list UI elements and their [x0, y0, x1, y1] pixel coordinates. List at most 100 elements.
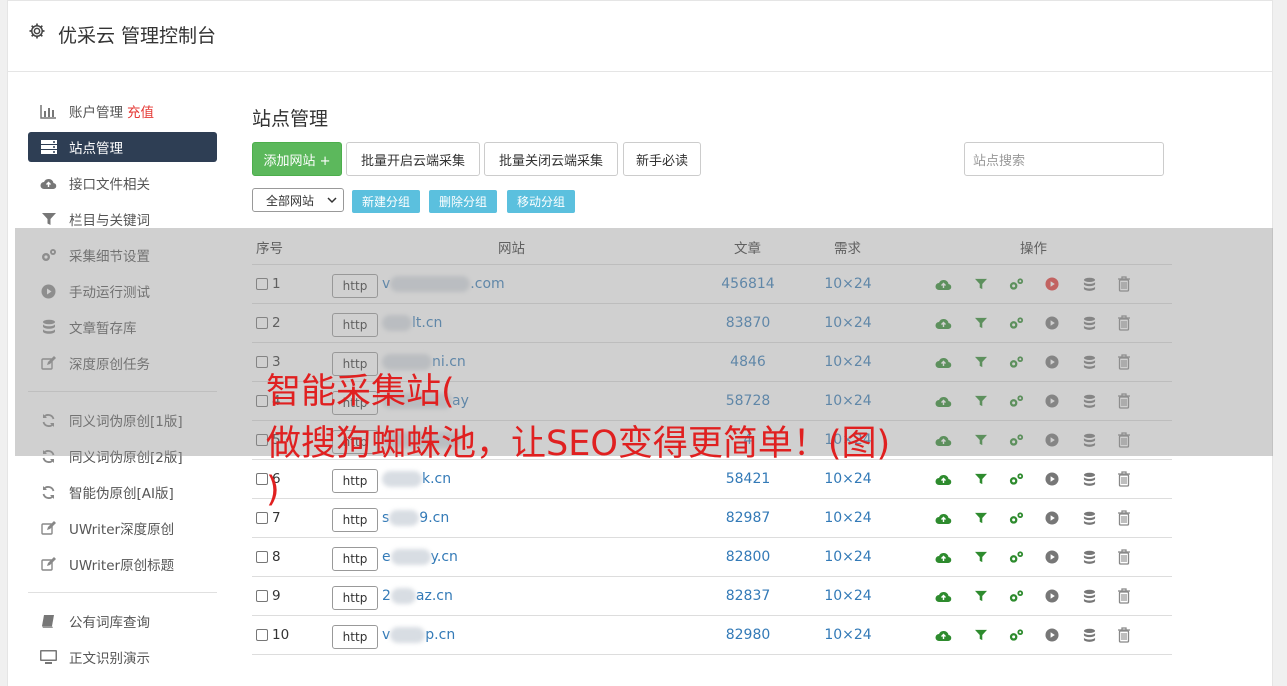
- sidebar-item-12[interactable]: UWriter深度原创: [28, 513, 217, 543]
- http-badge[interactable]: http: [332, 469, 378, 493]
- filter-icon[interactable]: [972, 626, 990, 644]
- cloud-upload-icon[interactable]: [934, 470, 952, 488]
- sidebar-item-8[interactable]: 深度原创任务: [28, 348, 217, 378]
- http-badge[interactable]: http: [332, 625, 378, 649]
- group-select[interactable]: 全部网站: [252, 188, 344, 212]
- play-circle-icon[interactable]: [1043, 548, 1061, 566]
- site-domain[interactable]: ay: [382, 393, 469, 409]
- gears-icon[interactable]: [1007, 353, 1025, 371]
- row-checkbox[interactable]: [256, 434, 268, 446]
- trash-icon[interactable]: [1115, 548, 1133, 566]
- sidebar-item-10[interactable]: 同义词伪原创[2版]: [28, 441, 217, 471]
- sidebar-item-7[interactable]: 文章暂存库: [28, 312, 217, 342]
- trash-icon[interactable]: [1115, 431, 1133, 449]
- trash-icon[interactable]: [1115, 275, 1133, 293]
- play-circle-icon[interactable]: [1043, 275, 1061, 293]
- http-badge[interactable]: http: [332, 586, 378, 610]
- http-badge[interactable]: http: [332, 391, 378, 415]
- database-icon[interactable]: [1080, 509, 1098, 527]
- row-checkbox[interactable]: [256, 512, 268, 524]
- gears-icon[interactable]: [1007, 275, 1025, 293]
- demand-value[interactable]: 10×24: [812, 315, 884, 331]
- row-checkbox[interactable]: [256, 629, 268, 641]
- gears-icon[interactable]: [1007, 431, 1025, 449]
- site-domain[interactable]: 2 az.cn: [382, 588, 453, 604]
- filter-icon[interactable]: [972, 392, 990, 410]
- move-group-button[interactable]: 移动分组: [507, 190, 575, 213]
- recharge-link[interactable]: 充值: [127, 101, 154, 121]
- cloud-upload-icon[interactable]: [934, 431, 952, 449]
- database-icon[interactable]: [1080, 431, 1098, 449]
- article-count[interactable]: 82837: [708, 588, 788, 604]
- gears-icon[interactable]: [1007, 626, 1025, 644]
- demand-value[interactable]: 10×24: [812, 276, 884, 292]
- trash-icon[interactable]: [1115, 470, 1133, 488]
- batch-disable-cloud-button[interactable]: 批量关闭云端采集: [484, 142, 618, 176]
- sidebar-item-5[interactable]: 采集细节设置: [28, 240, 217, 270]
- play-circle-icon[interactable]: [1043, 626, 1061, 644]
- cloud-upload-icon[interactable]: [934, 509, 952, 527]
- demand-value[interactable]: 10×24: [812, 549, 884, 565]
- cloud-upload-icon[interactable]: [934, 587, 952, 605]
- http-badge[interactable]: http: [332, 547, 378, 571]
- http-badge[interactable]: http: [332, 508, 378, 532]
- row-checkbox[interactable]: [256, 473, 268, 485]
- sidebar-item-2[interactable]: 站点管理: [28, 132, 217, 162]
- play-circle-icon[interactable]: [1043, 392, 1061, 410]
- article-count[interactable]: 4846: [708, 354, 788, 370]
- delete-group-button[interactable]: 删除分组: [429, 190, 497, 213]
- site-domain[interactable]: v .com: [382, 276, 505, 292]
- demand-value[interactable]: 10×24: [812, 510, 884, 526]
- trash-icon[interactable]: [1115, 353, 1133, 371]
- filter-icon[interactable]: [972, 353, 990, 371]
- sidebar-item-9[interactable]: 同义词伪原创[1版]: [28, 405, 217, 435]
- demand-value[interactable]: 10×24: [812, 627, 884, 643]
- filter-icon[interactable]: [972, 509, 990, 527]
- sidebar-item-13[interactable]: UWriter原创标题: [28, 549, 217, 579]
- play-circle-icon[interactable]: [1043, 587, 1061, 605]
- play-circle-icon[interactable]: [1043, 431, 1061, 449]
- site-domain[interactable]: ni.cn: [382, 354, 466, 370]
- database-icon[interactable]: [1080, 314, 1098, 332]
- row-checkbox[interactable]: [256, 551, 268, 563]
- demand-value[interactable]: 10×24: [812, 354, 884, 370]
- trash-icon[interactable]: [1115, 314, 1133, 332]
- database-icon[interactable]: [1080, 470, 1098, 488]
- gears-icon[interactable]: [1007, 509, 1025, 527]
- filter-icon[interactable]: [972, 275, 990, 293]
- gears-icon[interactable]: [1007, 392, 1025, 410]
- cloud-upload-icon[interactable]: [934, 626, 952, 644]
- cloud-upload-icon[interactable]: [934, 275, 952, 293]
- sidebar-item-11[interactable]: 智能伪原创[AI版]: [28, 477, 217, 507]
- filter-icon[interactable]: [972, 548, 990, 566]
- database-icon[interactable]: [1080, 548, 1098, 566]
- article-count[interactable]: 83870: [708, 315, 788, 331]
- database-icon[interactable]: [1080, 353, 1098, 371]
- article-count[interactable]: 58728: [708, 393, 788, 409]
- trash-icon[interactable]: [1115, 626, 1133, 644]
- sidebar-item-14[interactable]: 公有词库查询: [28, 606, 217, 636]
- gears-icon[interactable]: [1007, 587, 1025, 605]
- database-icon[interactable]: [1080, 392, 1098, 410]
- filter-icon[interactable]: [972, 314, 990, 332]
- article-count[interactable]: 58421: [708, 471, 788, 487]
- play-circle-icon[interactable]: [1043, 509, 1061, 527]
- sidebar-item-3[interactable]: 接口文件相关: [28, 168, 217, 198]
- filter-icon[interactable]: [972, 470, 990, 488]
- article-count[interactable]: 4: [708, 432, 788, 448]
- row-checkbox[interactable]: [256, 278, 268, 290]
- trash-icon[interactable]: [1115, 392, 1133, 410]
- demand-value[interactable]: 10×24: [812, 432, 884, 448]
- site-domain[interactable]: k.cn: [382, 471, 451, 487]
- play-circle-icon[interactable]: [1043, 353, 1061, 371]
- batch-enable-cloud-button[interactable]: 批量开启云端采集: [346, 142, 480, 176]
- site-domain[interactable]: v p.cn: [382, 627, 455, 643]
- gears-icon[interactable]: [1007, 548, 1025, 566]
- filter-icon[interactable]: [972, 587, 990, 605]
- beginner-guide-button[interactable]: 新手必读: [623, 142, 701, 176]
- demand-value[interactable]: 10×24: [812, 588, 884, 604]
- demand-value[interactable]: 10×24: [812, 471, 884, 487]
- article-count[interactable]: 82987: [708, 510, 788, 526]
- database-icon[interactable]: [1080, 275, 1098, 293]
- site-domain[interactable]: s 9.cn: [382, 510, 449, 526]
